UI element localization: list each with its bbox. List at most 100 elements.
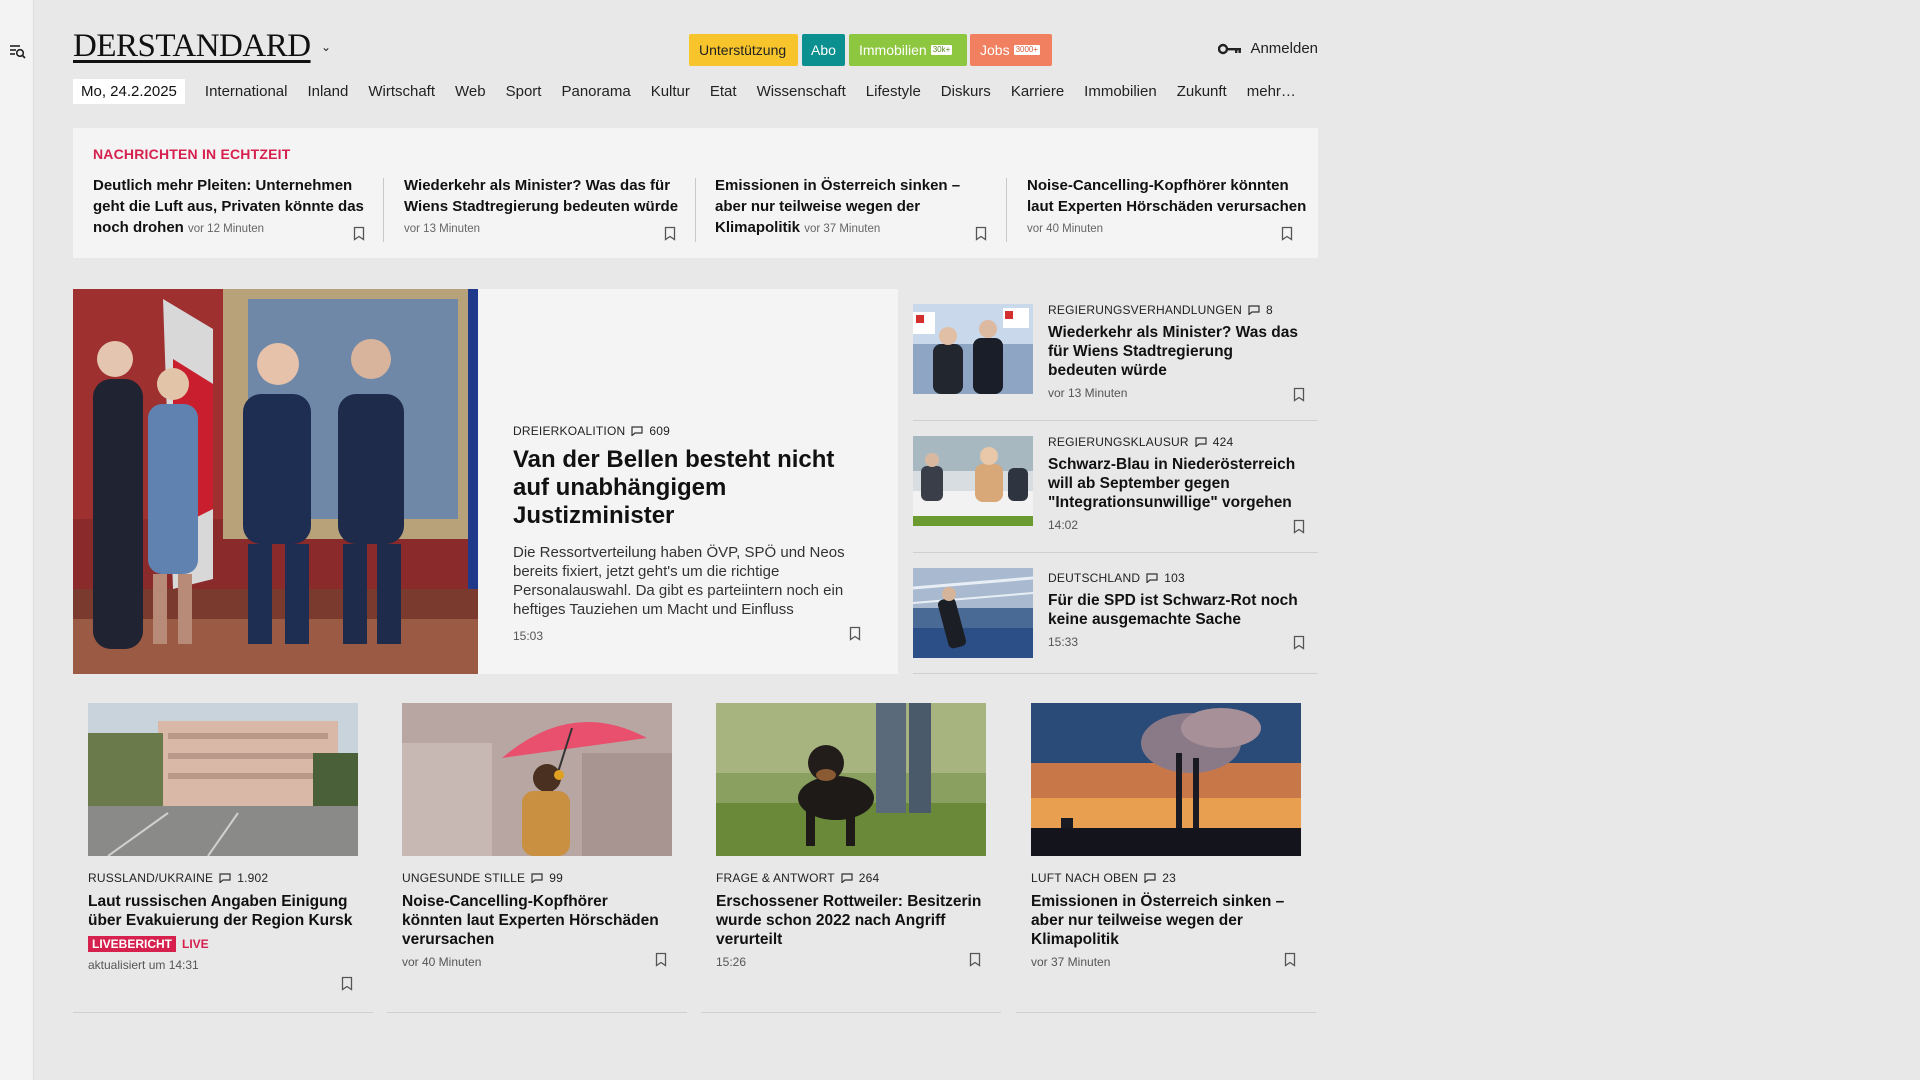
card-kicker: LUFT NACH OBEN 23 xyxy=(1031,871,1301,885)
bookmark-icon[interactable] xyxy=(975,226,987,241)
comment-icon xyxy=(219,873,231,883)
live-ticker: NACHRICHTEN IN ECHTZEIT Deutlich mehr Pl… xyxy=(73,128,1318,258)
story-card[interactable]: LUFT NACH OBEN 23 Emissionen in Österrei… xyxy=(1016,703,1316,1013)
story-card[interactable]: UNGESUNDE STILLE 99 Noise-Cancelling-Kop… xyxy=(387,703,687,1013)
card-headline[interactable]: Laut russischen Angaben Einigung über Ev… xyxy=(88,892,358,930)
nav-item-zukunft[interactable]: Zukunft xyxy=(1177,83,1227,100)
story-card[interactable]: RUSSLAND/UKRAINE 1.902 Laut russischen A… xyxy=(73,703,373,1013)
side-story-text: DEUTSCHLAND 103 Für die SPD ist Schwarz-… xyxy=(1048,571,1303,649)
nav-item-inland[interactable]: Inland xyxy=(307,83,348,100)
card-headline[interactable]: Emissionen in Österreich sinken – aber n… xyxy=(1031,892,1301,949)
side-headline[interactable]: Für die SPD ist Schwarz-Rot noch keine a… xyxy=(1048,591,1303,629)
key-icon xyxy=(1218,43,1242,54)
nav-item-wirtschaft[interactable]: Wirtschaft xyxy=(368,83,435,100)
card-comment-count[interactable]: 23 xyxy=(1162,871,1176,885)
nav-item-panorama[interactable]: Panorama xyxy=(561,83,630,100)
side-story-text: REGIERUNGSVERHANDLUNGEN 8 Wiederkehr als… xyxy=(1048,303,1303,400)
lead-story[interactable]: DREIERKOALITION 609 Van der Bellen beste… xyxy=(73,289,898,674)
nav-item-karriere[interactable]: Karriere xyxy=(1011,83,1064,100)
ticker-item-time: vor 40 Minuten xyxy=(1027,223,1104,235)
side-comment-count[interactable]: 8 xyxy=(1266,303,1273,317)
ticker-item[interactable]: Noise-Cancelling-Kopfhörer könnten laut … xyxy=(1027,175,1307,240)
card-image[interactable] xyxy=(402,703,672,856)
card-headline[interactable]: Noise-Cancelling-Kopfhörer könnten laut … xyxy=(402,892,672,949)
nav-item-immobilien[interactable]: Immobilien xyxy=(1084,83,1157,100)
card-headline[interactable]: Erschossener Rottweiler: Besitzerin wurd… xyxy=(716,892,986,949)
side-comment-count[interactable]: 103 xyxy=(1164,571,1185,585)
side-story[interactable]: REGIERUNGSKLAUSUR 424 Schwarz-Blau in Ni… xyxy=(913,421,1318,553)
card-comment-count[interactable]: 1.902 xyxy=(237,871,268,885)
card-kicker-label: RUSSLAND/UKRAINE xyxy=(88,871,214,885)
menu-search-icon[interactable] xyxy=(9,43,27,61)
abo-button[interactable]: Abo xyxy=(802,34,845,66)
card-kicker-label: LUFT NACH OBEN xyxy=(1031,871,1139,885)
side-headline[interactable]: Schwarz-Blau in Niederösterreich will ab… xyxy=(1048,455,1303,512)
divider xyxy=(1006,178,1007,242)
card-image[interactable] xyxy=(88,703,358,856)
ticker-item[interactable]: Wiederkehr als Minister? Was das für Wie… xyxy=(404,175,684,240)
bookmark-icon[interactable] xyxy=(1281,226,1293,241)
side-story-image[interactable] xyxy=(913,568,1033,658)
ticker-item[interactable]: Deutlich mehr Pleiten: Unternehmen geht … xyxy=(93,175,373,240)
jobs-badge: 3000+ xyxy=(1013,45,1041,55)
card-time: aktualisiert um 14:31 xyxy=(88,958,199,972)
ticker-item[interactable]: Emissionen in Österreich sinken – aber n… xyxy=(715,175,995,240)
card-text: LUFT NACH OBEN 23 Emissionen in Österrei… xyxy=(1031,871,1301,969)
immobilien-button[interactable]: Immobilien 30k+ xyxy=(849,34,967,66)
side-comment-count[interactable]: 424 xyxy=(1213,435,1234,449)
bookmark-icon[interactable] xyxy=(849,626,861,641)
side-kicker-label: DEUTSCHLAND xyxy=(1048,571,1141,585)
bookmark-icon[interactable] xyxy=(655,952,667,967)
nav-item-lifestyle[interactable]: Lifestyle xyxy=(866,83,921,100)
story-card[interactable]: FRAGE & ANTWORT 264 Erschossener Rottwei… xyxy=(701,703,1001,1013)
side-story-image[interactable] xyxy=(913,436,1033,526)
side-kicker: REGIERUNGSKLAUSUR 424 xyxy=(1048,435,1303,449)
jobs-button[interactable]: Jobs 3000+ xyxy=(970,34,1052,66)
card-image[interactable] xyxy=(1031,703,1301,856)
bookmark-icon[interactable] xyxy=(664,226,676,241)
lead-image[interactable] xyxy=(73,289,478,674)
live-label: LIVE xyxy=(182,937,209,951)
comment-icon xyxy=(1248,305,1260,315)
bookmark-icon[interactable] xyxy=(341,976,353,991)
side-time: 14:02 xyxy=(1048,518,1079,532)
chevron-down-icon[interactable]: ⌄ xyxy=(321,40,331,54)
side-kicker: REGIERUNGSVERHANDLUNGEN 8 xyxy=(1048,303,1303,317)
comment-icon xyxy=(631,426,643,436)
nav-item-international[interactable]: International xyxy=(205,83,288,100)
support-button[interactable]: Unterstützung xyxy=(689,34,798,66)
bookmark-icon[interactable] xyxy=(1293,519,1305,534)
card-comment-count[interactable]: 264 xyxy=(859,871,880,885)
bookmark-icon[interactable] xyxy=(1293,635,1305,650)
nav-item-more[interactable]: mehr… xyxy=(1247,83,1296,100)
bookmark-icon[interactable] xyxy=(1284,952,1296,967)
nav-item-etat[interactable]: Etat xyxy=(710,83,737,100)
card-image[interactable] xyxy=(716,703,986,856)
nav-item-wissenschaft[interactable]: Wissenschaft xyxy=(757,83,846,100)
card-text: RUSSLAND/UKRAINE 1.902 Laut russischen A… xyxy=(88,871,358,972)
lead-kicker: DREIERKOALITION 609 xyxy=(513,424,873,438)
side-story[interactable]: DEUTSCHLAND 103 Für die SPD ist Schwarz-… xyxy=(913,553,1318,674)
nav-item-kultur[interactable]: Kultur xyxy=(651,83,690,100)
card-comment-count[interactable]: 99 xyxy=(549,871,563,885)
bookmark-icon[interactable] xyxy=(1293,387,1305,402)
lead-headline[interactable]: Van der Bellen besteht nicht auf unabhän… xyxy=(513,446,873,530)
nav-item-sport[interactable]: Sport xyxy=(506,83,542,100)
card-kicker: UNGESUNDE STILLE 99 xyxy=(402,871,672,885)
side-kicker-label: REGIERUNGSVERHANDLUNGEN xyxy=(1048,303,1242,317)
side-headline[interactable]: Wiederkehr als Minister? Was das für Wie… xyxy=(1048,323,1303,380)
nav-item-web[interactable]: Web xyxy=(455,83,486,100)
card-kicker-label: FRAGE & ANTWORT xyxy=(716,871,835,885)
side-photo xyxy=(913,436,1033,526)
card-time: 15:26 xyxy=(716,955,747,969)
nav-item-diskurs[interactable]: Diskurs xyxy=(941,83,991,100)
lead-comment-count[interactable]: 609 xyxy=(649,424,670,438)
login-button[interactable]: Anmelden xyxy=(1218,40,1318,57)
side-story[interactable]: REGIERUNGSVERHANDLUNGEN 8 Wiederkehr als… xyxy=(913,289,1318,421)
side-story-image[interactable] xyxy=(913,304,1033,394)
bookmark-icon[interactable] xyxy=(353,226,365,241)
bookmark-icon[interactable] xyxy=(969,952,981,967)
side-time: 15:33 xyxy=(1048,635,1079,649)
logo[interactable]: DERSTANDARD xyxy=(73,28,311,65)
live-indicator: LIVEBERICHT LIVE xyxy=(88,936,358,952)
